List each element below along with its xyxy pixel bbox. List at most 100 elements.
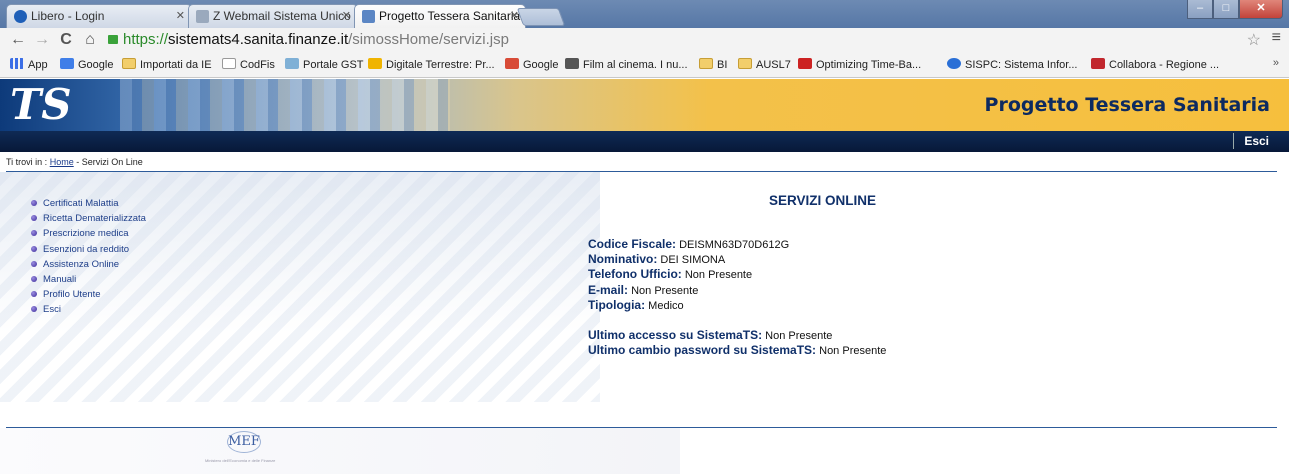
bookmark-film[interactable]: Film al cinema. I nu... bbox=[565, 56, 688, 74]
sql-icon bbox=[798, 58, 812, 69]
bookmark-codfis[interactable]: CodFis bbox=[222, 56, 275, 74]
bookmark-label: Portale GST bbox=[303, 59, 364, 71]
bookmark-label: Digitale Terrestre: Pr... bbox=[386, 59, 495, 71]
bookmark-ausl7[interactable]: AUSL7 bbox=[738, 56, 791, 74]
bookmark-label: Optimizing Time-Ba... bbox=[816, 59, 922, 71]
field-label: Ultimo cambio password su SistemaTS: bbox=[588, 343, 817, 357]
bookmarks-bar: App Google Importati da IE CodFis Portal… bbox=[0, 52, 1289, 78]
more-bookmarks-icon[interactable]: » bbox=[1273, 57, 1279, 69]
folder-icon bbox=[122, 58, 136, 69]
menu-item-prescrizione[interactable]: Prescrizione medica bbox=[31, 226, 146, 241]
field-value: Medico bbox=[648, 300, 684, 312]
bookmark-label: BI bbox=[717, 59, 728, 71]
tab-title: Progetto Tessera Sanitaria bbox=[379, 9, 521, 23]
menu-item-certificati-malattia[interactable]: Certificati Malattia bbox=[31, 196, 146, 211]
bookmark-bi[interactable]: BI bbox=[699, 56, 727, 74]
menu-item-manuali[interactable]: Manuali bbox=[31, 272, 146, 287]
forward-arrow-icon[interactable]: → bbox=[32, 30, 52, 50]
address-bar[interactable]: https://sistemats4.sanita.finanze.it/sim… bbox=[108, 30, 1248, 50]
close-icon[interactable]: ✕ bbox=[342, 5, 351, 28]
bookmark-label: AUSL7 bbox=[756, 59, 791, 71]
folder-icon bbox=[699, 58, 713, 69]
bookmark-collabora[interactable]: Collabora - Regione ... bbox=[1091, 56, 1219, 74]
menu-item-label: Assistenza Online bbox=[43, 258, 120, 270]
footer-background bbox=[0, 428, 680, 474]
bullet-icon bbox=[31, 230, 37, 237]
breadcrumb-home-link[interactable]: Home bbox=[50, 157, 74, 167]
bookmark-sispc[interactable]: SISPC: Sistema Infor... bbox=[947, 56, 1078, 74]
gst-icon bbox=[285, 58, 299, 69]
back-arrow-icon[interactable]: ← bbox=[8, 30, 28, 50]
bullet-icon bbox=[31, 245, 37, 252]
top-nav-bar: Esci bbox=[0, 131, 1289, 152]
bullet-icon bbox=[31, 275, 37, 282]
reload-icon[interactable]: C bbox=[56, 30, 76, 50]
menu-item-label: Certificati Malattia bbox=[43, 198, 119, 209]
bookmark-google[interactable]: Google bbox=[60, 56, 113, 74]
menu-item-esci[interactable]: Esci bbox=[31, 302, 146, 317]
logout-link[interactable]: Esci bbox=[1233, 133, 1269, 149]
bookmark-label: Importati da IE bbox=[140, 59, 212, 71]
bullet-icon bbox=[31, 306, 37, 313]
bookmark-portale-gst[interactable]: Portale GST bbox=[285, 56, 364, 74]
bookmark-app[interactable]: App bbox=[10, 56, 48, 74]
menu-item-label: Ricetta Dematerializzata bbox=[43, 213, 146, 225]
tab-webmail[interactable]: Z Webmail Sistema Unico P ✕ bbox=[188, 4, 358, 28]
window-close-button[interactable]: ✕ bbox=[1239, 0, 1283, 19]
ts-favicon-icon bbox=[362, 10, 375, 23]
menu-item-esenzioni[interactable]: Esenzioni da reddito bbox=[31, 242, 146, 257]
breadcrumb-prefix: Ti trovi in : bbox=[6, 157, 48, 167]
folder-icon bbox=[738, 58, 752, 69]
home-icon[interactable]: ⌂ bbox=[80, 30, 100, 50]
field-label: Telefono Ufficio: bbox=[588, 267, 682, 281]
new-tab-button[interactable] bbox=[516, 8, 566, 26]
field-label: Nominativo: bbox=[588, 252, 658, 266]
bookmark-label: SISPC: Sistema Infor... bbox=[965, 59, 1078, 71]
field-label: Codice Fiscale: bbox=[588, 237, 677, 251]
bookmark-google-plus[interactable]: Google bbox=[505, 56, 558, 74]
field-value: Non Presente bbox=[819, 345, 887, 357]
film-icon bbox=[565, 58, 579, 69]
bookmark-digitale-terrestre[interactable]: Digitale Terrestre: Pr... bbox=[368, 56, 495, 74]
ultimo-cambio-password-row: Ultimo cambio password su SistemaTS: Non… bbox=[588, 343, 886, 357]
browser-tab-bar: Libero - Login ✕ Z Webmail Sistema Unico… bbox=[0, 0, 1289, 28]
tab-tessera-sanitaria[interactable]: Progetto Tessera Sanitaria ✕ bbox=[354, 4, 526, 28]
menu-item-label: Prescrizione medica bbox=[43, 228, 129, 240]
bookmark-optimizing[interactable]: Optimizing Time-Ba... bbox=[798, 56, 921, 74]
sispc-icon bbox=[947, 58, 961, 69]
bookmark-importati[interactable]: Importati da IE bbox=[122, 56, 212, 74]
bullet-icon bbox=[31, 260, 37, 267]
bullet-icon bbox=[31, 215, 37, 222]
tab-title: Libero - Login bbox=[31, 9, 105, 23]
field-value: Non Presente bbox=[631, 285, 699, 297]
lock-icon bbox=[108, 35, 118, 44]
bullet-icon bbox=[31, 200, 37, 206]
bookmark-label: Google bbox=[523, 59, 559, 71]
menu-item-label: Manuali bbox=[43, 273, 77, 285]
menu-item-assistenza[interactable]: Assistenza Online bbox=[31, 257, 146, 272]
site-banner: TS Progetto Tessera Sanitaria bbox=[0, 79, 1289, 131]
minimize-button[interactable]: – bbox=[1187, 0, 1213, 19]
menu-item-ricetta[interactable]: Ricetta Dematerializzata bbox=[31, 211, 146, 226]
url-path: /simossHome/servizi.jsp bbox=[348, 31, 509, 48]
menu-item-label: Profilo Utente bbox=[43, 289, 101, 301]
mef-subtitle: Ministero dell'Economia e delle Finanze bbox=[205, 458, 276, 463]
breadcrumb: Ti trovi in : Home - Servizi On Line bbox=[6, 157, 143, 167]
menu-item-profilo[interactable]: Profilo Utente bbox=[31, 287, 146, 302]
field-value: Non Presente bbox=[684, 269, 753, 281]
ultimo-accesso-row: Ultimo accesso su SistemaTS: Non Present… bbox=[588, 328, 832, 342]
bookmark-label: Collabora - Regione ... bbox=[1109, 59, 1220, 71]
bookmark-star-icon[interactable]: ☆ bbox=[1247, 30, 1261, 50]
nominativo-row: Nominativo: DEI SIMONA bbox=[588, 252, 725, 266]
services-menu: Certificati Malattia Ricetta Demateriali… bbox=[31, 196, 146, 318]
close-icon[interactable]: ✕ bbox=[176, 5, 185, 28]
bookmark-label: App bbox=[28, 59, 48, 71]
tab-libero[interactable]: Libero - Login ✕ bbox=[6, 4, 192, 28]
libero-favicon-icon bbox=[14, 10, 27, 23]
window-controls: – □ ✕ bbox=[1187, 0, 1283, 19]
menu-icon[interactable]: ≡ bbox=[1272, 29, 1281, 47]
field-label: E-mail: bbox=[588, 283, 629, 297]
apps-icon bbox=[10, 58, 24, 69]
maximize-button[interactable]: □ bbox=[1213, 0, 1239, 19]
page-title: SERVIZI ONLINE bbox=[769, 193, 877, 208]
